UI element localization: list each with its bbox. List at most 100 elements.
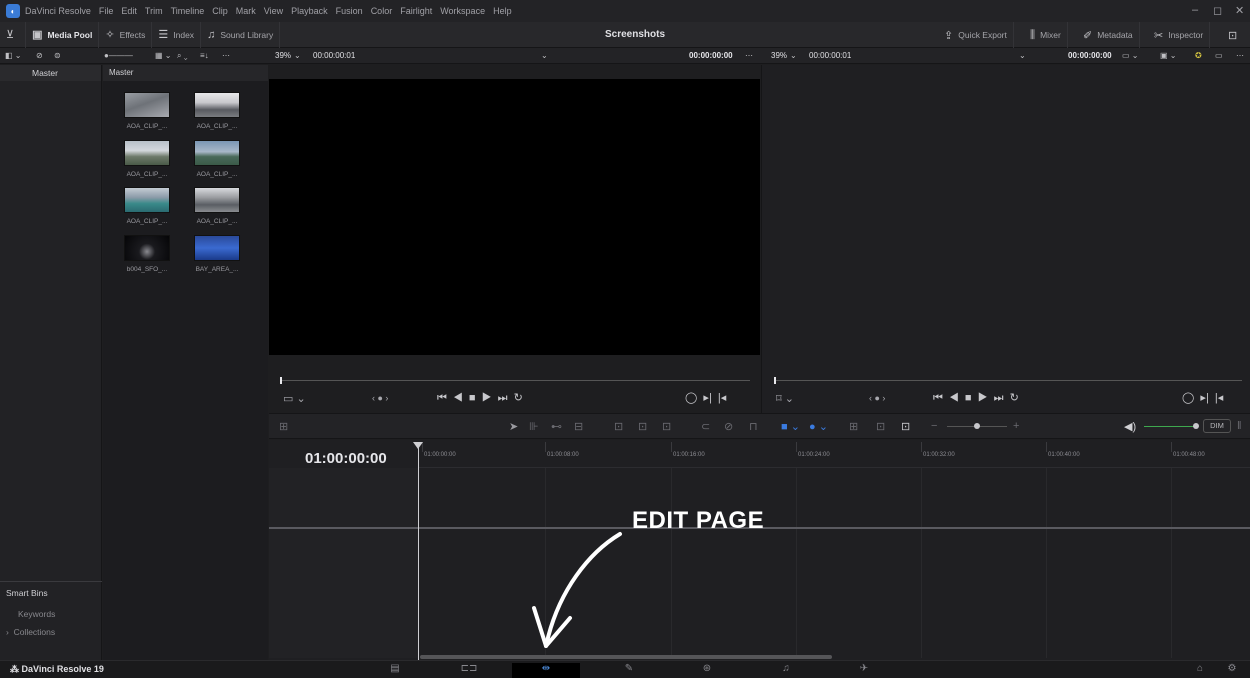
menu-davinci-resolve[interactable]: DaVinci Resolve	[25, 6, 91, 16]
clip-filter-icon[interactable]: ⊜	[54, 51, 61, 60]
media-clip[interactable]: AOA_CLIP_...	[188, 187, 246, 225]
menu-file[interactable]: File	[99, 6, 114, 16]
smart-bin-keywords[interactable]: Keywords	[0, 603, 102, 621]
effects-button[interactable]: ✧ Effects	[99, 21, 153, 48]
menu-fairlight[interactable]: Fairlight	[400, 6, 432, 16]
color-picker-icon[interactable]: ✪	[1195, 51, 1202, 60]
menu-mark[interactable]: Mark	[236, 6, 256, 16]
source-clip-dropdown-icon[interactable]: ⌄	[541, 51, 548, 60]
maximize-icon[interactable]: ◻	[1213, 4, 1222, 17]
menu-fusion[interactable]: Fusion	[336, 6, 363, 16]
page-media-icon[interactable]: ▤	[375, 663, 415, 678]
mixer-button[interactable]: ⫼ Mixer	[1024, 22, 1068, 48]
zoom-in-icon[interactable]: +	[1013, 420, 1019, 432]
fullscreen-toggle-button[interactable]: ⊡	[1222, 22, 1248, 48]
bin-master-label[interactable]: Master	[0, 65, 101, 81]
source-options-icon[interactable]: ⋯	[745, 51, 753, 60]
source-zoom-chevron-icon[interactable]: ⌄	[294, 51, 301, 60]
sort-icon[interactable]: ≡↓	[200, 51, 209, 60]
menu-trim[interactable]: Trim	[145, 6, 163, 16]
source-scrubber[interactable]	[280, 380, 750, 381]
volume-slider[interactable]	[1144, 426, 1196, 427]
more-options-icon[interactable]: ⋯	[222, 51, 230, 60]
menu-help[interactable]: Help	[493, 6, 512, 16]
timeline-jog-control-icon[interactable]: ‹ ● ›	[869, 393, 885, 403]
page-fusion-icon[interactable]: ✎	[609, 663, 649, 678]
menu-clip[interactable]: Clip	[212, 6, 228, 16]
media-clip[interactable]: AOA_CLIP_...	[188, 92, 246, 130]
linked-selection-icon[interactable]: ⊘	[724, 420, 733, 433]
timeline-viewer-scrubber[interactable]	[774, 380, 1242, 381]
zoom-slider-handle[interactable]	[974, 423, 980, 429]
minimize-icon[interactable]: –	[1192, 4, 1198, 16]
menu-timeline[interactable]: Timeline	[171, 6, 205, 16]
index-button[interactable]: ☰ Index	[152, 21, 202, 48]
timeline-zoom[interactable]: 39%	[771, 51, 787, 60]
page-cut-icon[interactable]: ⊏⊐	[449, 663, 489, 678]
source-view-options-icon[interactable]: ▭ ⌄	[283, 392, 306, 405]
menu-edit[interactable]: Edit	[121, 6, 137, 16]
link-icon[interactable]: ⊘	[36, 51, 43, 60]
position-lock-icon[interactable]: ⊓	[749, 420, 758, 433]
timeline-view-options-icon[interactable]: ⊞	[279, 420, 288, 433]
volume-slider-handle[interactable]	[1193, 423, 1199, 429]
timeline-ruler[interactable]: 01:00:00:00 01:00:08:00 01:00:16:00 01:0…	[419, 440, 1250, 468]
inspector-button[interactable]: ✂ Inspector	[1148, 22, 1211, 48]
close-icon[interactable]: ✕	[1235, 4, 1244, 17]
thumbnail-size-slider[interactable]: ●———	[104, 51, 133, 60]
bin-list-toggle-icon[interactable]: ◧ ⌄	[5, 51, 21, 60]
menu-view[interactable]: View	[264, 6, 283, 16]
sound-library-button[interactable]: ♫ Sound Library	[201, 21, 281, 48]
zoom-custom-icon[interactable]: ⊡	[901, 420, 910, 433]
page-edit-icon[interactable]: ⇹	[512, 663, 580, 678]
search-icon[interactable]: ⌕ ⌄	[177, 51, 187, 61]
source-scrubber-playhead[interactable]	[280, 377, 282, 384]
viewer-layout-icon[interactable]: ▭ ⌄	[1122, 51, 1138, 60]
layout-toggle-button[interactable]: ⊻	[0, 21, 27, 48]
clip-mode-icon[interactable]: ▣ ⌄	[1160, 51, 1176, 60]
menu-playback[interactable]: Playback	[291, 6, 328, 16]
selection-tool-icon[interactable]: ➤	[509, 420, 518, 433]
timeline-dropdown-icon[interactable]: ⌄	[1019, 51, 1026, 60]
flag-icon[interactable]: ■ ⌄	[781, 420, 800, 433]
volume-icon[interactable]: ◀)	[1124, 420, 1136, 433]
timeline-transport-controls[interactable]: ⏮ ◀ ■ ▶ ⏭ ↻	[933, 391, 1019, 405]
timeline-mark-icons[interactable]: ◯ ▸| |◂	[1182, 391, 1223, 404]
media-clip[interactable]: AOA_CLIP_...	[118, 187, 176, 225]
marker-icon[interactable]: ● ⌄	[809, 420, 828, 433]
metadata-button[interactable]: ✐ Metadata	[1077, 22, 1140, 48]
replace-clip-icon[interactable]: ⊡	[662, 420, 671, 433]
viewer-size-icon[interactable]: ▭	[1215, 51, 1223, 60]
quick-export-button[interactable]: ⇪ Quick Export	[938, 22, 1014, 48]
menu-color[interactable]: Color	[371, 6, 393, 16]
media-clip[interactable]: AOA_CLIP_...	[118, 92, 176, 130]
zoom-full-icon[interactable]: ⊞	[849, 420, 858, 433]
transport-controls[interactable]: ⏮ ◀ ■ ▶ ⏭ ↻	[437, 391, 523, 405]
viewer-options-icon[interactable]: ⋯	[1236, 51, 1244, 60]
snapping-icon[interactable]: ⊂	[701, 420, 710, 433]
timeline-view-options-icon[interactable]: ⌑ ⌄	[776, 392, 794, 405]
timeline-viewer-scrubber-playhead[interactable]	[774, 377, 776, 384]
settings-gear-icon[interactable]: ⚙	[1212, 663, 1250, 678]
timeline-zoom-chevron-icon[interactable]: ⌄	[790, 51, 797, 60]
page-deliver-icon[interactable]: ✈	[844, 663, 884, 678]
zoom-detail-icon[interactable]: ⊡	[876, 420, 885, 433]
menu-workspace[interactable]: Workspace	[440, 6, 485, 16]
media-clip[interactable]: AOA_CLIP_...	[118, 140, 176, 178]
source-viewer-screen[interactable]	[269, 79, 760, 355]
blade-tool-icon[interactable]: ⊟	[574, 420, 583, 433]
timeline-timecode[interactable]: 01:00:00:00	[305, 450, 387, 467]
jog-control-icon[interactable]: ‹ ● ›	[372, 393, 388, 403]
smart-bin-collections[interactable]: › Collections	[0, 621, 102, 639]
page-color-icon[interactable]: ⊛	[687, 663, 727, 678]
media-pool-button[interactable]: ▣ Media Pool	[26, 21, 100, 48]
zoom-out-icon[interactable]: −	[931, 420, 937, 432]
dim-button[interactable]: DIM	[1203, 419, 1231, 433]
media-clip[interactable]: BAY_AREA_...	[188, 235, 246, 273]
overwrite-clip-icon[interactable]: ⊡	[638, 420, 647, 433]
page-fairlight-icon[interactable]: ♫	[766, 663, 806, 678]
dynamic-trim-icon[interactable]: ⊷	[551, 420, 562, 433]
mark-in-out-icons[interactable]: ◯ ▸| |◂	[685, 391, 726, 404]
source-zoom[interactable]: 39%	[275, 51, 291, 60]
grid-view-icon[interactable]: ▦ ⌄	[155, 51, 171, 60]
